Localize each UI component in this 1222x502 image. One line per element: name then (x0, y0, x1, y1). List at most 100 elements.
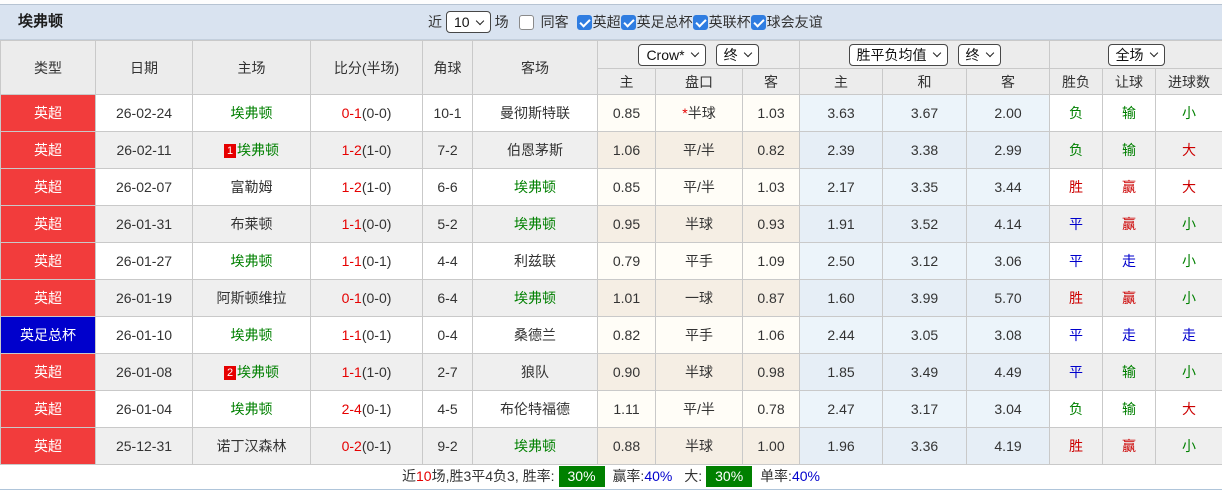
goals-result-cell: 小 (1155, 353, 1222, 391)
home-team-cell: 埃弗顿 (192, 94, 311, 132)
filter-item[interactable]: 英足总杯 (620, 12, 693, 32)
corner-score: 4-4 (422, 242, 473, 280)
home-team-cell: 2 埃弗顿 (192, 353, 311, 391)
win-odds-pct: 40% (644, 468, 673, 484)
league-badge: 英超 (0, 353, 96, 391)
match-date: 26-01-31 (95, 205, 193, 243)
give-result-cell: 输 (1102, 94, 1157, 132)
ah-away-odds: 0.93 (741, 205, 801, 243)
handicap-name: 平手 (685, 327, 713, 343)
filter-checkbox[interactable] (692, 14, 708, 30)
odds-company-value: Crow* (646, 46, 685, 63)
handicap-time-select[interactable]: 终 (715, 43, 759, 66)
score-cell: 1-2(1-0) (310, 168, 423, 206)
avg-away-odds: 2.99 (966, 131, 1051, 169)
match-row: 英超 26-02-07 富勒姆 1-2(1-0) 6-6 埃弗顿 0.85 平/… (0, 168, 1222, 206)
score-cell: 1-1(1-0) (310, 353, 423, 391)
away-team-name: 伯恩茅斯 (507, 142, 563, 158)
sub-header-ah-away: 客 (741, 68, 801, 95)
filter-checkbox[interactable] (620, 14, 636, 30)
league-badge: 英超 (0, 205, 96, 243)
handicap-name: 平/半 (683, 179, 715, 195)
avg-away-odds: 3.08 (966, 316, 1051, 354)
result-cell: 平 (1049, 205, 1104, 243)
half-time-score: (0-1) (361, 327, 392, 343)
sub-header-avg-home: 主 (799, 68, 884, 95)
home-team-name: 诺丁汉森林 (216, 438, 287, 454)
goals-result-cell: 大 (1155, 168, 1222, 206)
scope-select-cell: 全场 (1049, 40, 1222, 69)
score-cell: 1-1(0-0) (310, 205, 423, 243)
full-time-score: 1-1 (341, 216, 362, 232)
result-cell: 负 (1049, 131, 1104, 169)
avg-home-odds: 1.91 (799, 205, 884, 243)
filter-item[interactable]: 球会友谊 (750, 12, 823, 32)
half-time-score: (0-0) (361, 290, 392, 306)
match-row: 英超 26-01-27 埃弗顿 1-1(0-1) 4-4 利兹联 0.79 平手… (0, 242, 1222, 280)
away-team-cell: 埃弗顿 (472, 168, 598, 206)
match-row: 英超 26-01-19 阿斯顿维拉 0-1(0-0) 6-4 埃弗顿 1.01 … (0, 279, 1222, 317)
team-title: 埃弗顿 (18, 13, 64, 30)
summary-text: 场,胜3平4负3, 胜率: (431, 468, 555, 484)
odds-company-select[interactable]: Crow* (638, 43, 706, 66)
ah-home-odds: 0.95 (597, 205, 656, 243)
goals-result-cell: 小 (1155, 205, 1222, 243)
ah-away-odds: 0.82 (741, 131, 801, 169)
recent-count-select[interactable]: 10 (446, 11, 491, 33)
full-time-score: 1-2 (341, 179, 362, 195)
avg-home-odds: 1.60 (799, 279, 884, 317)
score-cell: 2-4(0-1) (310, 390, 423, 428)
filter-item[interactable]: 英超 (576, 12, 621, 32)
filter-item[interactable]: 同客 (518, 12, 577, 32)
away-team-cell: 伯恩茅斯 (472, 131, 598, 169)
avg-away-odds: 3.04 (966, 390, 1051, 428)
avg-draw-odds: 3.12 (882, 242, 968, 280)
match-date: 26-01-08 (95, 353, 193, 391)
ah-home-odds: 1.11 (597, 390, 656, 428)
match-table-body: 英超 26-02-24 埃弗顿 0-1(0-0) 10-1 曼彻斯特联 0.85… (0, 94, 1222, 465)
give-result-cell: 赢 (1102, 168, 1157, 206)
result-cell: 胜 (1049, 427, 1104, 465)
sub-header-avg-away: 客 (966, 68, 1051, 95)
avg-odds-select[interactable]: 胜平负均值 (848, 43, 948, 66)
ah-home-odds: 0.79 (597, 242, 656, 280)
handicap-cell: 一球 (655, 279, 743, 317)
col-header-date: 日期 (95, 40, 193, 95)
avg-away-odds: 5.70 (966, 279, 1051, 317)
filter-item[interactable]: 英联杯 (692, 12, 751, 32)
avg-time-select[interactable]: 终 (957, 43, 1001, 66)
filter-checkbox[interactable] (576, 14, 592, 30)
home-team-cell: 布莱顿 (192, 205, 311, 243)
away-team-name: 埃弗顿 (514, 179, 556, 195)
filter-checkbox[interactable] (518, 14, 534, 30)
goals-result-cell: 小 (1155, 427, 1222, 465)
home-team-cell: 埃弗顿 (192, 316, 311, 354)
home-team-name: 布莱顿 (230, 216, 273, 232)
scope-value: 全场 (1115, 46, 1144, 63)
give-result-cell: 走 (1102, 316, 1157, 354)
single-pct: 40% (791, 468, 820, 484)
avg-draw-odds: 3.99 (882, 279, 968, 317)
avg-home-odds: 2.17 (799, 168, 884, 206)
chevron-down-icon (1149, 48, 1158, 58)
corner-score: 2-7 (422, 353, 473, 391)
home-team-cell: 埃弗顿 (192, 390, 311, 428)
give-result-cell: 赢 (1102, 205, 1157, 243)
away-team-name: 曼彻斯特联 (500, 105, 570, 121)
half-time-score: (0-1) (361, 438, 392, 454)
col-header-type: 类型 (0, 40, 96, 95)
filter-checkbox[interactable] (750, 14, 766, 30)
full-time-score: 0-2 (341, 438, 362, 454)
avg-time-value: 终 (965, 46, 980, 63)
avg-home-odds: 2.39 (799, 131, 884, 169)
scope-select[interactable]: 全场 (1107, 43, 1165, 66)
full-time-score: 1-1 (341, 327, 362, 343)
col-header-away: 客场 (472, 40, 598, 95)
handicap-time-value: 终 (723, 46, 738, 63)
games-label: 场 (494, 14, 509, 30)
league-badge: 英足总杯 (0, 316, 96, 354)
away-team-cell: 狼队 (472, 353, 598, 391)
goals-result-cell: 小 (1155, 94, 1222, 132)
home-team-name: 埃弗顿 (230, 253, 273, 269)
half-time-score: (0-0) (361, 216, 392, 232)
